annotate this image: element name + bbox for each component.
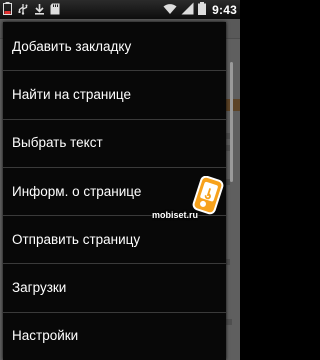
menu-item-label: Информ. о странице: [12, 183, 142, 199]
menu-item-find-on-page[interactable]: Найти на странице: [3, 70, 226, 118]
menu-item-label: Добавить закладку: [12, 38, 132, 54]
menu-item-label: Загрузки: [12, 280, 67, 296]
download-icon: [34, 0, 45, 19]
menu-item-label: Выбрать текст: [12, 135, 103, 151]
options-menu: Добавить закладку Найти на странице Выбр…: [3, 22, 226, 360]
signal-icon: [181, 0, 194, 19]
battery-icon: [198, 0, 207, 19]
menu-item-select-text[interactable]: Выбрать текст: [3, 118, 226, 167]
menu-scrollbar[interactable]: [230, 62, 233, 182]
menu-item-share-page[interactable]: Отправить страницу: [3, 215, 226, 263]
menu-item-label: Отправить страницу: [12, 231, 141, 247]
wifi-icon: [163, 0, 177, 19]
battery-low-icon: [3, 0, 12, 19]
status-bar: 9:43: [0, 0, 240, 19]
watermark-text: mobiset.ru: [152, 210, 199, 220]
menu-item-label: Настройки: [12, 328, 79, 344]
usb-icon: [17, 0, 29, 19]
menu-item-page-info[interactable]: Информ. о странице: [3, 166, 226, 215]
menu-item-downloads[interactable]: Загрузки: [3, 263, 226, 311]
menu-item-label: Найти на странице: [12, 86, 132, 102]
menu-item-settings[interactable]: Настройки: [3, 311, 226, 360]
sd-card-icon: [50, 0, 60, 19]
status-time: 9:43: [212, 2, 237, 17]
menu-item-add-bookmark[interactable]: Добавить закладку: [3, 22, 226, 70]
